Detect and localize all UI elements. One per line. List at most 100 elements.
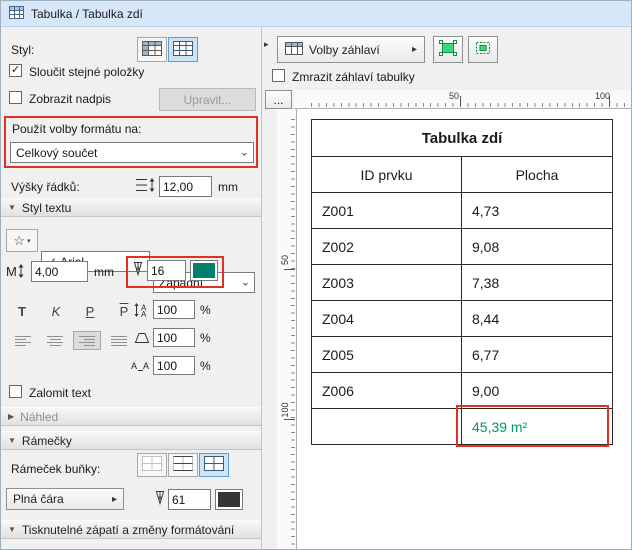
table-style-2-button[interactable] <box>168 37 198 62</box>
green-selection-filled-icon <box>438 40 458 59</box>
cell-id: Z005 <box>312 337 462 372</box>
border-pen-color-button[interactable] <box>215 489 243 510</box>
row-height-unit: mm <box>218 180 238 194</box>
svg-text:A: A <box>131 361 137 371</box>
check-icon: ✓ <box>10 64 21 76</box>
format-target-value: Celkový součet <box>16 145 98 160</box>
table-style-grid-icon <box>173 40 193 59</box>
line-spacing-input[interactable] <box>153 300 195 319</box>
section-text-style[interactable]: ▼ Styl textu <box>1 198 261 217</box>
section-preview[interactable]: ▶ Náhled <box>1 407 261 426</box>
cell-area: 8,44 <box>472 310 500 327</box>
cell-area: 9,00 <box>472 382 500 399</box>
total-value: 45,39 m² <box>472 418 528 435</box>
splitter-arrow-icon[interactable]: ▸ <box>264 39 269 50</box>
table-header-icon <box>285 41 303 58</box>
italic-button[interactable]: K <box>43 300 69 322</box>
format-target-dropdown[interactable]: Celkový součet ⌄ <box>10 142 254 163</box>
svg-text:A: A <box>143 361 149 371</box>
table-row: Z004 8,44 <box>312 301 612 337</box>
table-row: Z003 7,38 <box>312 265 612 301</box>
border-none-icon <box>142 456 162 474</box>
pen-icon <box>132 261 144 282</box>
popup-arrow-icon: ▸ <box>411 44 417 55</box>
pen-number-input[interactable] <box>147 260 186 281</box>
row-height-input[interactable] <box>159 176 212 197</box>
section-expanded-icon: ▼ <box>8 203 16 212</box>
text-size-unit: mm <box>94 265 114 279</box>
panel-splitter[interactable] <box>261 27 262 549</box>
section-expanded-icon: ▼ <box>8 525 16 534</box>
schedule-preview-table: Tabulka zdí ID prvku Plocha Z001 4,73 Z0… <box>311 119 613 445</box>
chevron-down-icon: ⌄ <box>240 275 250 288</box>
ruler-label-100: 100 <box>595 91 611 101</box>
chevron-down-icon: ▾ <box>27 237 31 245</box>
ruler-label-100: 100 <box>280 402 290 418</box>
text-height-icon: M <box>6 263 26 282</box>
star-icon: ☆ <box>13 232 26 248</box>
section-borders[interactable]: ▼ Rámečky <box>1 431 261 450</box>
border-all-button[interactable] <box>199 453 229 477</box>
ruler-major-tick <box>460 96 461 107</box>
cell-id: Z002 <box>312 229 462 264</box>
line-spacing-icon: A A <box>133 302 151 321</box>
show-title-checkbox[interactable] <box>9 91 22 104</box>
align-right-button[interactable] <box>73 331 101 350</box>
table-row: Z005 6,77 <box>312 337 612 373</box>
window-title: Tabulka / Tabulka zdí <box>31 6 143 21</box>
wrap-text-checkbox[interactable] <box>9 385 22 398</box>
edit-button[interactable]: Upravit... <box>159 88 256 111</box>
select-marquee-cells-button[interactable] <box>468 36 498 63</box>
border-pen-input[interactable] <box>168 489 211 510</box>
underline-button[interactable]: P <box>77 300 103 322</box>
border-all-icon <box>204 456 224 474</box>
table-style-1-button[interactable] <box>137 37 167 62</box>
border-none-button[interactable] <box>137 453 167 477</box>
style-label: Styl: <box>11 43 35 57</box>
pen-color-button[interactable] <box>190 260 218 281</box>
bold-button[interactable]: T <box>9 300 35 322</box>
table-title-row: Tabulka zdí <box>312 120 612 157</box>
section-footer[interactable]: ▼ Tisknutelné zápatí a změny formátování <box>1 520 261 539</box>
cell-empty <box>312 409 462 444</box>
svg-text:A: A <box>141 310 147 318</box>
align-left-button[interactable] <box>9 331 37 350</box>
freeze-header-checkbox[interactable] <box>272 69 285 82</box>
table-row: Z006 9,00 <box>312 373 612 409</box>
line-type-value: Plná čára <box>13 492 64 506</box>
line-type-popup[interactable]: Plná čára ▸ <box>6 488 124 510</box>
border-horizontal-icon <box>173 456 193 474</box>
merge-items-label: Sloučit stejné položky <box>29 65 145 79</box>
cell-id: Z006 <box>312 373 462 408</box>
ruler-options-button[interactable]: ... <box>265 90 292 109</box>
green-selection-marquee-icon <box>473 40 493 59</box>
table-row: Z002 9,08 <box>312 229 612 265</box>
border-horizontal-button[interactable] <box>168 453 198 477</box>
row-height-icon <box>134 177 156 196</box>
char-width-icon <box>133 330 151 349</box>
select-filled-cells-button[interactable] <box>433 36 463 63</box>
favorites-button[interactable]: ☆ ▾ <box>6 229 38 252</box>
cell-border-label: Rámeček buňky: <box>11 462 101 476</box>
pen-color-swatch <box>193 263 215 278</box>
merge-items-checkbox[interactable]: ✓ <box>9 64 22 77</box>
char-spacing-input[interactable] <box>153 356 195 375</box>
svg-text:M: M <box>6 264 17 279</box>
header-options-label: Volby záhlaví <box>309 42 380 57</box>
vertical-ruler: 50 100 <box>277 109 297 549</box>
cell-id: Z003 <box>312 265 462 300</box>
format-target-label: Použít volby formátu na: <box>12 122 142 136</box>
align-center-button[interactable] <box>41 331 69 350</box>
align-justify-button[interactable] <box>105 331 133 350</box>
window-titlebar: Tabulka / Tabulka zdí <box>1 1 631 27</box>
horizontal-ruler: 50 100 <box>294 90 631 109</box>
cell-area: 7,38 <box>472 274 500 291</box>
table-row: Z001 4,73 <box>312 193 612 229</box>
section-text-style-label: Styl textu <box>21 200 72 215</box>
header-options-button[interactable]: Volby záhlaví ▸ <box>277 36 425 63</box>
char-width-input[interactable] <box>153 328 195 347</box>
text-size-input[interactable] <box>31 261 88 282</box>
show-title-label: Zobrazit nadpis <box>29 92 112 106</box>
cell-id: Z001 <box>312 193 462 228</box>
pen-icon <box>154 490 166 511</box>
